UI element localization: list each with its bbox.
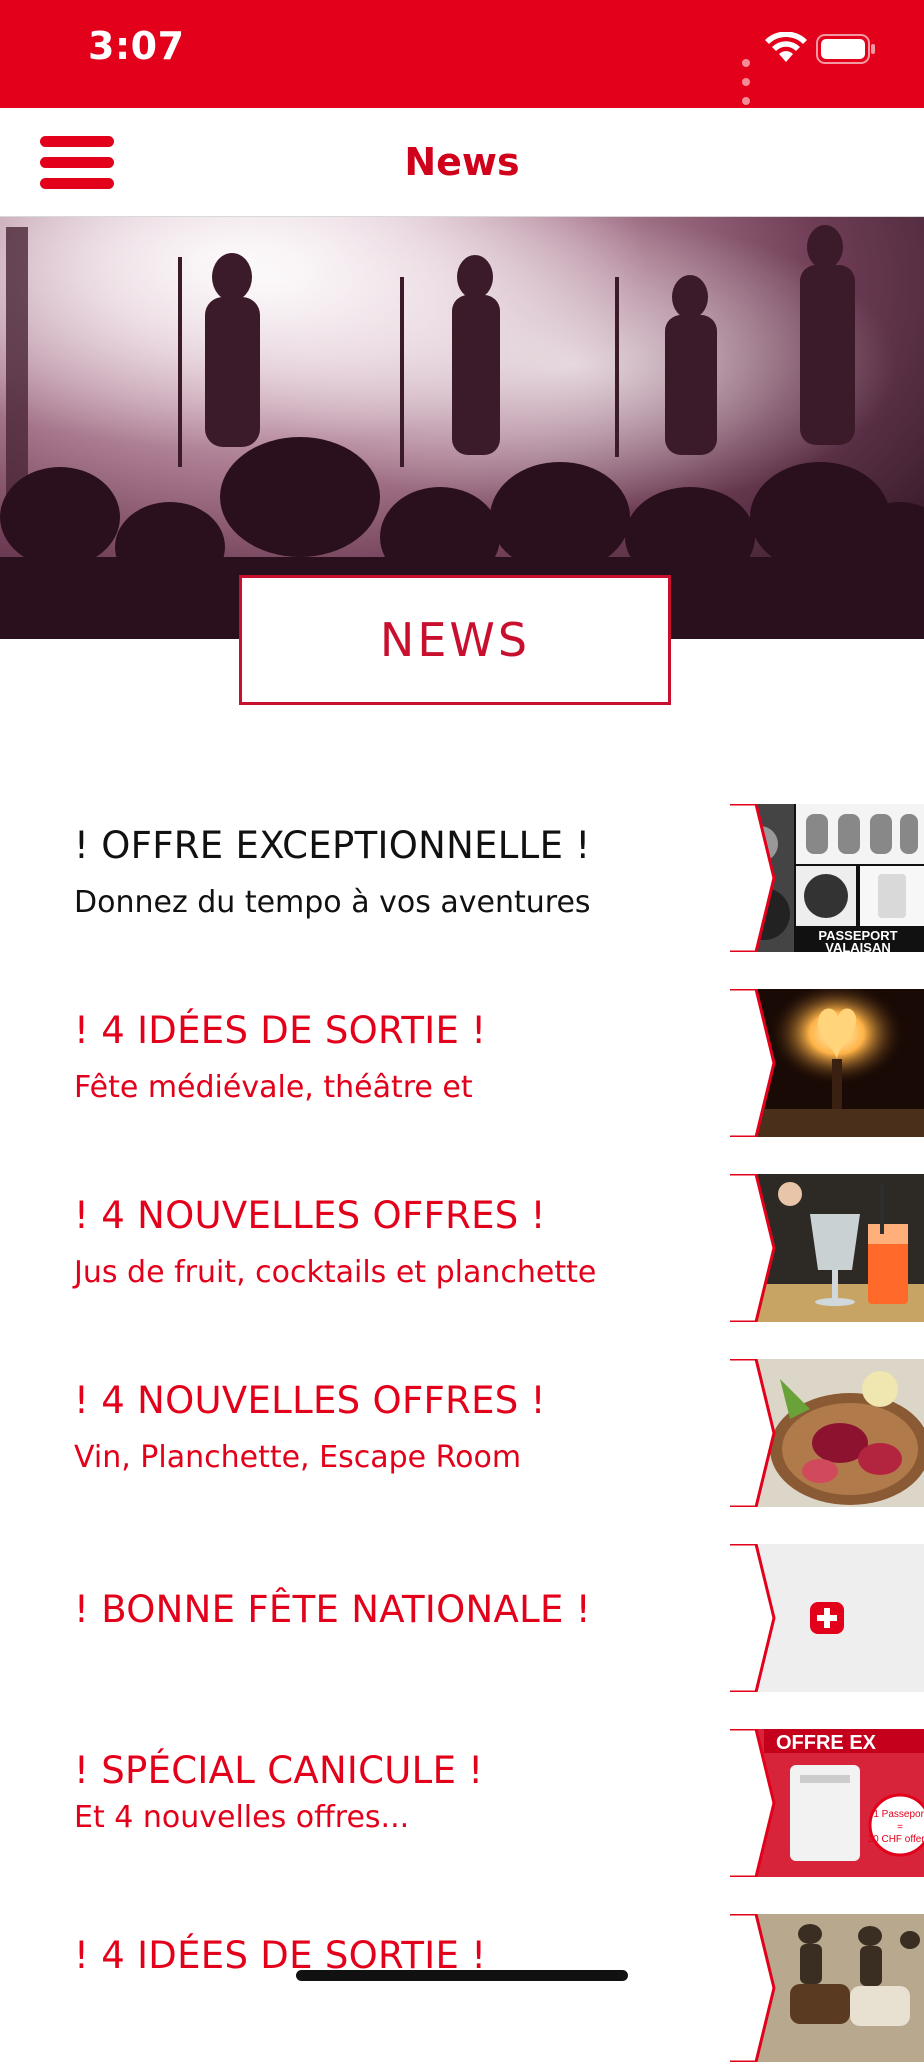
news-item-text: ! 4 NOUVELLES OFFRES ! Vin, Planchette, … [74,1379,694,1475]
news-item-title: ! 4 IDÉES DE SORTIE ! [74,1009,487,1052]
status-time: 3:07 [88,24,185,68]
news-thumbnail-swiss-flag [730,1544,924,1692]
news-section-label-text: NEWS [379,613,531,667]
news-item-text: ! 4 IDÉES DE SORTIE ! Fête médiévale, th… [74,1009,694,1105]
news-item[interactable]: ! SPÉCIAL CANICULE ! Et 4 nouvelles offr… [0,1715,924,1877]
news-thumbnail-watches: PASSEPORT VALAISAN [730,804,924,952]
news-item-text: ! BONNE FÊTE NATIONALE ! [74,1588,694,1631]
news-item-title: ! BONNE FÊTE NATIONALE ! [74,1588,591,1631]
news-item-title: ! OFFRE EXCEPTIONNELLE ! [74,824,591,867]
news-item[interactable]: ! OFFRE EXCEPTIONNELLE ! Donnez du tempo… [0,790,924,952]
news-item-title: ! 4 NOUVELLES OFFRES ! [74,1194,546,1237]
svg-text:20 CHF offerts: 20 CHF offerts [868,1834,924,1845]
news-item[interactable]: ! 4 NOUVELLES OFFRES ! Vin, Planchette, … [0,1345,924,1507]
news-item-text: ! 4 NOUVELLES OFFRES ! Jus de fruit, coc… [74,1194,694,1290]
news-thumbnail-cocktails [730,1174,924,1322]
wifi-icon [765,32,807,62]
news-thumbnail-fan-offer: OFFRE EX 1 Passeport = 20 CHF offerts [730,1729,924,1877]
news-item-subtitle: Donnez du tempo à vos aventures [74,885,591,920]
news-thumbnail-horses [730,1914,924,2062]
battery-icon [816,34,875,64]
news-section-label: NEWS [239,575,671,705]
canicule-banner-text: OFFRE EX [776,1732,877,1754]
news-thumbnail-platter [730,1359,924,1507]
status-bar: 3:07 [0,0,924,124]
page-title: News [404,140,520,184]
news-item-subtitle: Vin, Planchette, Escape Room [74,1440,522,1475]
svg-text:VALAISAN: VALAISAN [825,940,890,952]
news-item[interactable]: ! BONNE FÊTE NATIONALE ! [0,1530,924,1692]
canicule-badge-text: 1 Passeport [873,1809,924,1820]
news-item-subtitle: Jus de fruit, cocktails et planchette [74,1255,597,1290]
news-item-title: ! 4 NOUVELLES OFFRES ! [74,1379,546,1422]
news-item-text: ! OFFRE EXCEPTIONNELLE ! Donnez du tempo… [74,824,694,920]
svg-text:=: = [897,1822,903,1833]
news-thumbnail-fire-show [730,989,924,1137]
news-item-text: ! SPÉCIAL CANICULE ! Et 4 nouvelles offr… [74,1749,694,1835]
news-item[interactable]: ! 4 IDÉES DE SORTIE ! Fête médiévale, th… [0,975,924,1137]
news-item[interactable]: ! 4 NOUVELLES OFFRES ! Jus de fruit, coc… [0,1160,924,1322]
home-indicator[interactable] [296,1970,628,1981]
news-item-subtitle: Fête médiévale, théâtre et [74,1070,473,1105]
navigation-bar: News [0,108,924,217]
news-item-subtitle: Et 4 nouvelles offres... [74,1800,410,1835]
news-item-title: ! SPÉCIAL CANICULE ! [74,1749,484,1792]
